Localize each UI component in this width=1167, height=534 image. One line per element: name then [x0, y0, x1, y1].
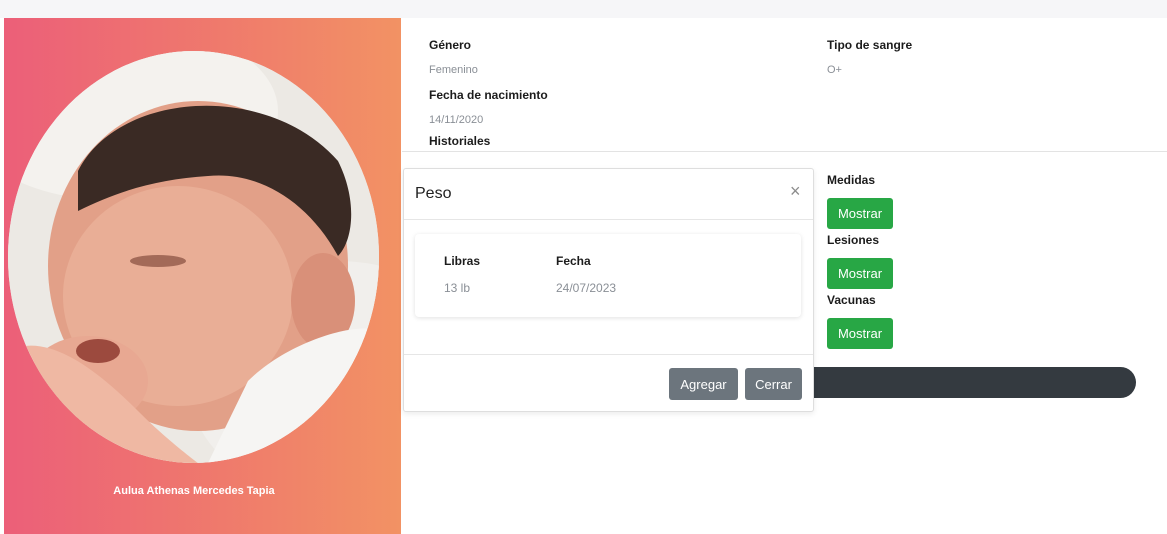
modal-title: Peso [415, 185, 452, 202]
table-cell-fecha: 24/07/2023 [556, 281, 617, 295]
lesiones-label: Lesiones [827, 233, 880, 247]
dark-action-bar[interactable] [790, 367, 1136, 398]
modal-header-divider [404, 219, 813, 220]
medidas-show-button[interactable]: Mostrar [827, 198, 893, 229]
medidas-label: Medidas [827, 173, 876, 187]
historiales-label: Historiales [429, 134, 491, 148]
weight-table-card: Libras Fecha 13 lb 24/07/2023 [415, 234, 801, 317]
top-bar [0, 0, 1167, 18]
column-header-fecha: Fecha [556, 254, 591, 268]
tipo-sangre-label: Tipo de sangre [827, 38, 913, 52]
add-button[interactable]: Agregar [669, 368, 738, 400]
peso-modal: Peso × Libras Fecha 13 lb 24/07/2023 Agr… [403, 168, 814, 412]
baby-photo-illustration [8, 51, 379, 463]
fecha-nacimiento-value: 14/11/2020 [429, 114, 484, 126]
modal-footer-divider [404, 354, 813, 355]
close-icon[interactable]: × [790, 181, 801, 202]
fecha-nacimiento-label: Fecha de nacimiento [429, 88, 548, 102]
profile-photo [8, 51, 379, 463]
profile-name: Aulua Athenas Mercedes Tapia [113, 485, 275, 497]
lesiones-show-button[interactable]: Mostrar [827, 258, 893, 289]
profile-panel: Aulua Athenas Mercedes Tapia [4, 18, 401, 534]
close-button[interactable]: Cerrar [745, 368, 802, 400]
vacunas-show-button[interactable]: Mostrar [827, 318, 893, 349]
genero-value: Femenino [429, 64, 478, 76]
table-cell-libras: 13 lb [444, 281, 471, 295]
genero-label: Género [429, 38, 472, 52]
section-divider [402, 151, 1167, 152]
tipo-sangre-value: O+ [827, 64, 842, 76]
column-header-libras: Libras [444, 254, 481, 268]
vacunas-label: Vacunas [827, 293, 876, 307]
